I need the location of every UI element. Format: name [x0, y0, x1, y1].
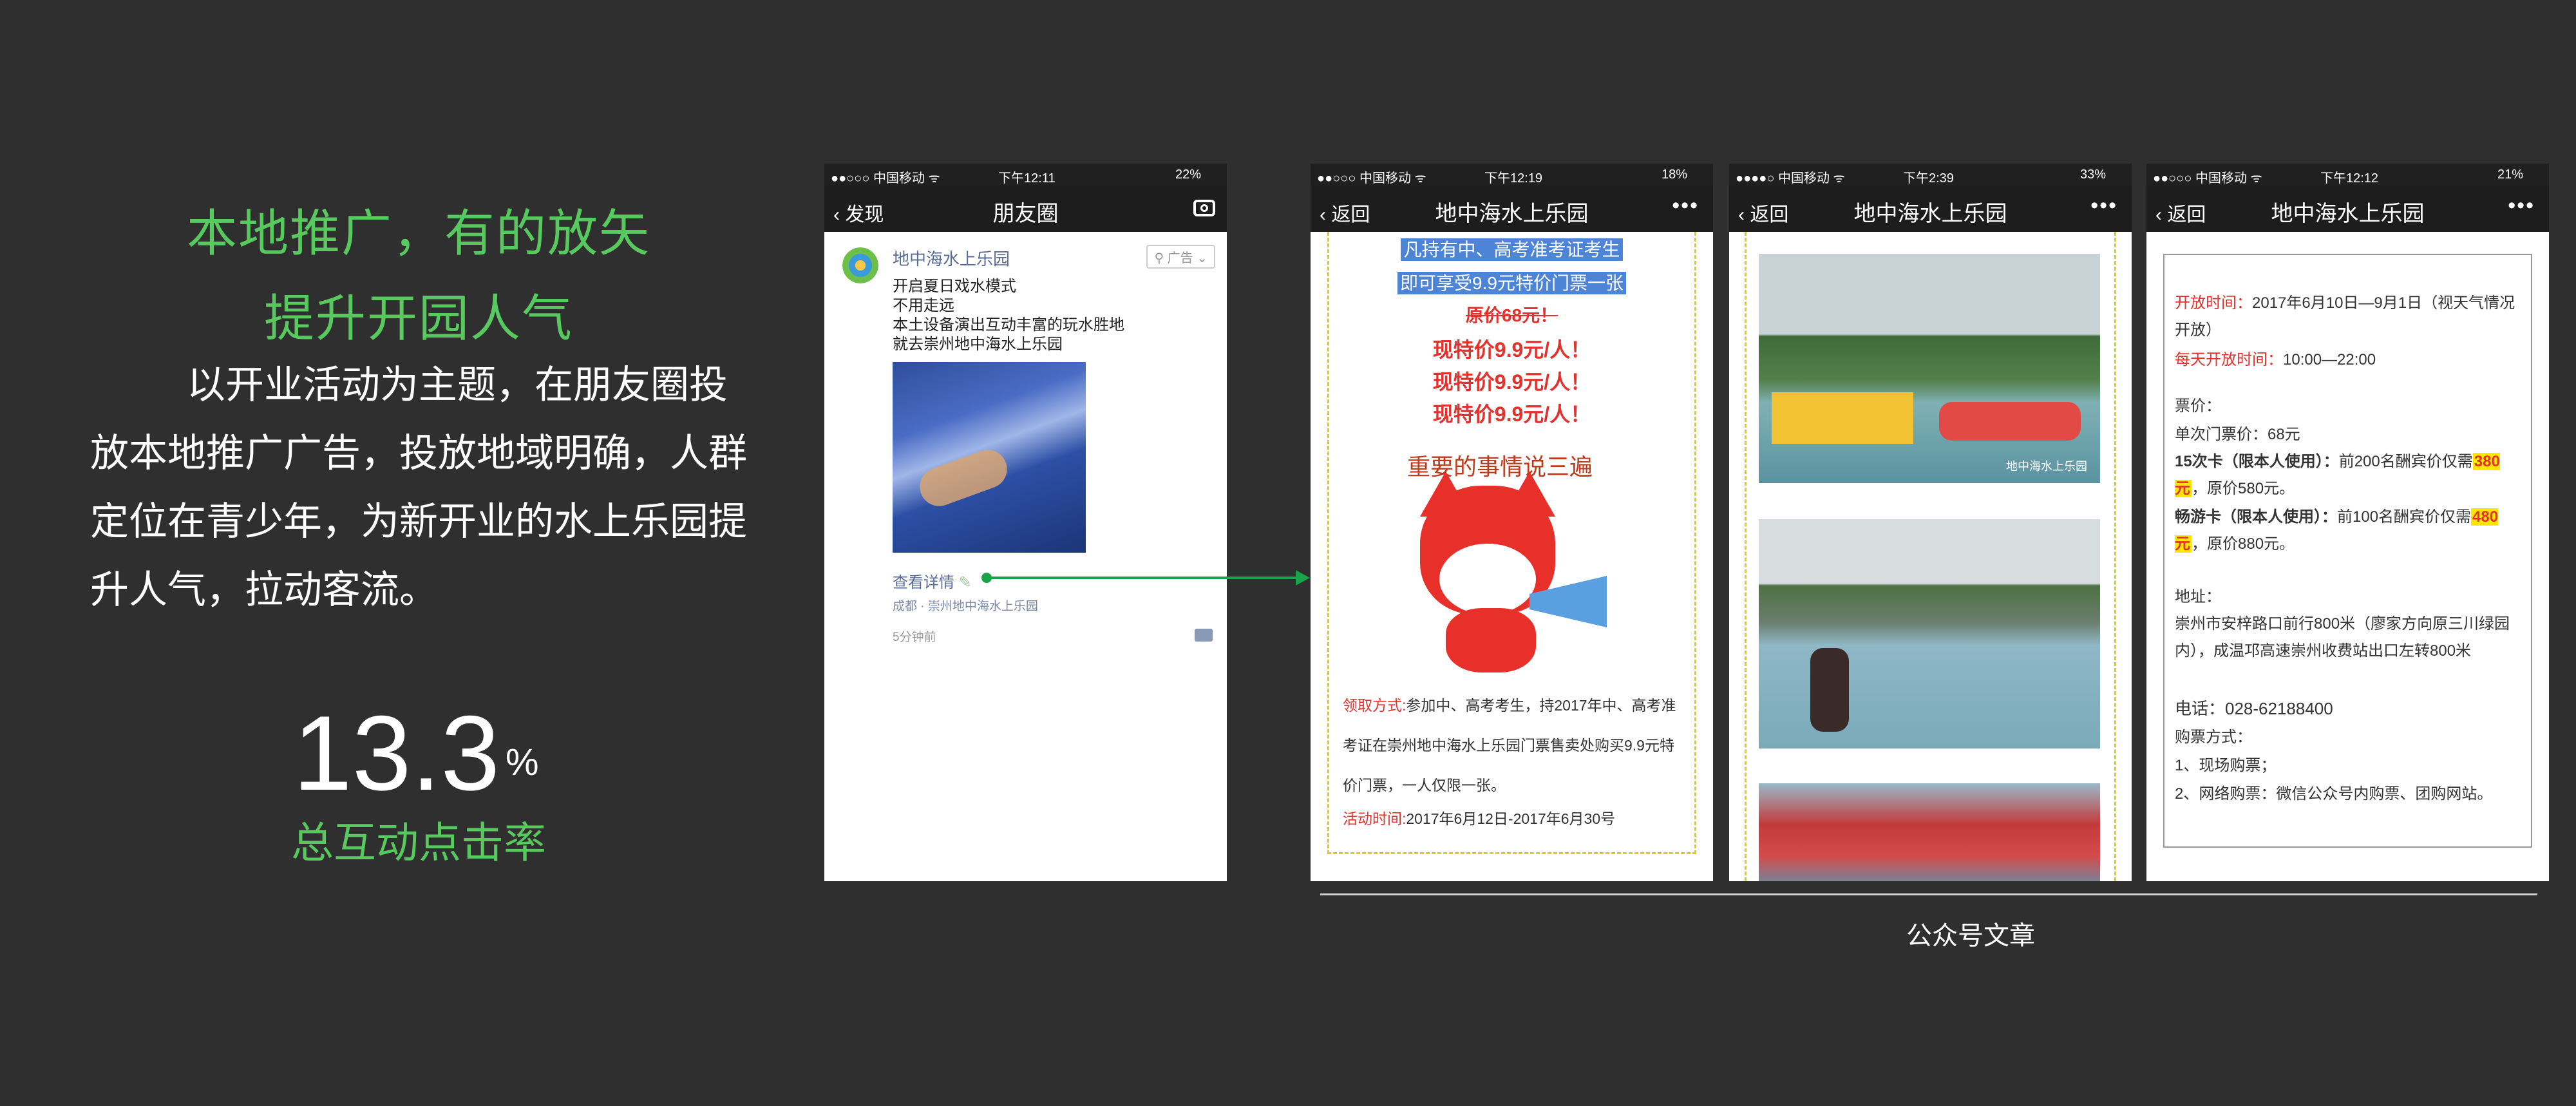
daily-hours: 每天开放时间：10:00—22:00 — [2175, 347, 2523, 369]
dashed-border — [1745, 232, 1747, 881]
special-price: 现特价9.9元/人！ — [1432, 403, 1591, 426]
carrier-label: ●●○○○ 中国移动 ᯤ — [831, 171, 940, 186]
arrow-connector — [985, 577, 1300, 579]
mascot-face — [1439, 544, 1536, 615]
status-bar: ●●●●○ 中国移动 ᯤ 下午2:39 33% — [1729, 164, 2132, 186]
more-icon[interactable]: ••• — [1672, 193, 1699, 218]
carrier-label: ●●●●○ 中国移动 ᯤ — [1736, 171, 1845, 186]
photo-watermark: 地中海水上乐园 — [2006, 460, 2087, 473]
claim-method: 领取方式:参加中、高考考生，持2017年中、高考准考证在崇州地中海水上乐园门票售… — [1343, 685, 1687, 805]
moments-screen: ●●○○○ 中国移动 ᯤ 下午12:11 22% ‹ 发现 朋友圈 地中海水上乐… — [824, 164, 1227, 881]
headline-boost: 提升开园人气 — [263, 290, 573, 347]
author-name[interactable]: 地中海水上乐园 — [893, 246, 1010, 270]
ticket-label: 票价： — [2175, 397, 2221, 415]
pass-text: 前100名酬宾价仅需 — [2337, 508, 2472, 526]
view-details-label: 查看详情 — [893, 574, 954, 591]
chevron-down-icon: ⌄ — [1193, 251, 1208, 265]
location-pin-icon: ⚲ — [1154, 251, 1168, 265]
highlight-line: 凡持有中、高考准考证考生 — [1311, 236, 1713, 262]
crowd-photo[interactable] — [1759, 783, 2100, 881]
more-icon[interactable]: ••• — [2090, 193, 2117, 218]
click-rate-unit: % — [506, 741, 539, 783]
article-promo-screen: ●●○○○ 中国移动 ᯤ 下午12:19 18% ‹ 返回 地中海水上乐园 ••… — [1311, 164, 1713, 881]
claim-label: 领取方式: — [1343, 697, 1406, 714]
ad-tag-label: 广告 — [1167, 251, 1193, 265]
click-rate-label: 总互动点击率 — [291, 819, 546, 866]
caption-divider — [1320, 893, 2537, 895]
period-label: 活动时间: — [1343, 810, 1406, 827]
camera-icon[interactable] — [1193, 200, 1215, 216]
open-period: 开放时间：2017年6月10日—9月1日（视天气情况开放） — [2175, 290, 2523, 344]
card15-info: 15次卡（限本人使用）：前200名酬宾价仅需380元，原价580元。 — [2175, 448, 2523, 502]
click-rate-value: 13.3 — [293, 694, 500, 812]
card15-label: 15次卡（限本人使用）： — [2175, 453, 2339, 470]
page-title: 地中海水上乐园 — [1853, 202, 2007, 226]
highlight-text: 即可享受9.9元特价门票一张 — [1397, 272, 1626, 294]
pool-photo[interactable] — [1759, 519, 2100, 748]
special-price: 现特价9.9元/人！ — [1432, 338, 1591, 361]
phone-number[interactable]: 电话：028-62188400 — [2175, 696, 2523, 720]
status-bar: ●●○○○ 中国移动 ᯤ 下午12:19 18% — [1311, 164, 1713, 186]
ad-tag[interactable]: ⚲ 广告 ⌄ — [1146, 245, 1215, 269]
page-title: 地中海水上乐园 — [2271, 202, 2425, 226]
carrier-label: ●●○○○ 中国移动 ᯤ — [2153, 171, 2262, 186]
clock-label: 下午12:11 — [998, 171, 1056, 186]
purchase-onsite: 1、现场购票； — [2175, 757, 2277, 774]
address-label: 地址： — [2175, 588, 2221, 605]
carrier-label: ●●○○○ 中国移动 ᯤ — [1317, 171, 1426, 186]
highlight-text: 凡持有中、高考准考证考生 — [1401, 238, 1623, 261]
card15-text: 前200名酬宾价仅需 — [2338, 453, 2473, 470]
article-info-screen: ●●○○○ 中国移动 ᯤ 下午12:12 21% ‹ 返回 地中海水上乐园 ••… — [2146, 164, 2549, 881]
headline-promo: 本地推广，有的放矢 — [186, 205, 650, 262]
open-label: 开放时间： — [2175, 294, 2252, 312]
single-ticket: 单次门票价：68元 — [2175, 426, 2300, 443]
park-photo[interactable]: 地中海水上乐园 — [1759, 254, 2100, 483]
more-icon[interactable]: ••• — [2508, 193, 2535, 218]
pencil-icon: ✎ — [958, 574, 972, 591]
nav-bar: ‹ 返回 地中海水上乐园 ••• — [2146, 186, 2549, 232]
articles-caption: 公众号文章 — [1906, 922, 2035, 950]
clock-label: 下午12:12 — [2320, 171, 2379, 186]
description-text: 以开业活动为主题，在朋友圈投放本地推广广告，投放地域明确，人群定位在青少年，为新… — [90, 363, 747, 611]
battery-label: 22% — [1175, 167, 1201, 182]
address-text: 崇州市安梓路口前行800米（廖家方向原三川绿园内），成温邛高速崇州收费站出口左转… — [2175, 615, 2510, 660]
pass-info: 畅游卡（限本人使用）：前100名酬宾价仅需480元，原价880元。 — [2175, 504, 2523, 558]
post-line: 就去崇州地中海水上乐园 — [893, 336, 1063, 353]
special-price: 现特价9.9元/人！ — [1432, 370, 1591, 394]
highlight-line: 即可享受9.9元特价门票一张 — [1311, 269, 1713, 295]
nav-bar: ‹ 返回 地中海水上乐园 ••• — [1729, 186, 2132, 232]
battery-label: 33% — [2079, 167, 2106, 182]
daily-text: 10:00—22:00 — [2283, 351, 2376, 368]
post-location[interactable]: 成都 · 崇州地中海水上乐园 — [893, 596, 1038, 614]
battery-label: 21% — [2497, 167, 2523, 182]
clock-label: 下午2:39 — [1903, 171, 1954, 186]
status-bar: ●●○○○ 中国移动 ᯤ 下午12:12 21% — [2146, 164, 2549, 186]
arrow-head-icon — [1296, 570, 1310, 586]
article-photos-screen: ●●●●○ 中国移动 ᯤ 下午2:39 33% ‹ 返回 地中海水上乐园 •••… — [1729, 164, 2132, 881]
clock-label: 下午12:19 — [1484, 171, 1543, 186]
nav-bar: ‹ 发现 朋友圈 — [824, 186, 1227, 232]
mascot-body — [1446, 608, 1536, 672]
card15-original: ，原价580元。 — [2192, 480, 2295, 497]
battery-label: 18% — [1661, 167, 1687, 182]
activity-period: 活动时间:2017年6月12日-2017年6月30号 — [1343, 799, 1687, 839]
waterslide-photo[interactable] — [893, 362, 1086, 553]
pass-label: 畅游卡（限本人使用）： — [2175, 508, 2337, 526]
page-title: 朋友圈 — [992, 202, 1059, 226]
status-bar: ●●○○○ 中国移动 ᯤ 下午12:11 22% — [824, 164, 1227, 186]
purchase-label: 购票方式： — [2175, 729, 2252, 746]
post-time: 5分钟前 — [893, 631, 936, 644]
original-price: 原价68元！ — [1465, 305, 1558, 325]
view-details-link[interactable]: 查看详情 ✎ — [893, 569, 972, 592]
page-title: 地中海水上乐园 — [1435, 202, 1589, 226]
purchase-online: 2、网络购票：微信公众号内购票、团购网站。 — [2175, 785, 2493, 803]
comment-icon[interactable] — [1195, 629, 1213, 642]
nav-bar: ‹ 返回 地中海水上乐园 ••• — [1311, 186, 1713, 232]
daily-label: 每天开放时间： — [2175, 351, 2283, 368]
avatar[interactable] — [842, 247, 878, 283]
dashed-border — [2114, 232, 2116, 881]
pass-original: ，原价880元。 — [2192, 535, 2295, 553]
period-text: 2017年6月12日-2017年6月30号 — [1406, 810, 1616, 827]
